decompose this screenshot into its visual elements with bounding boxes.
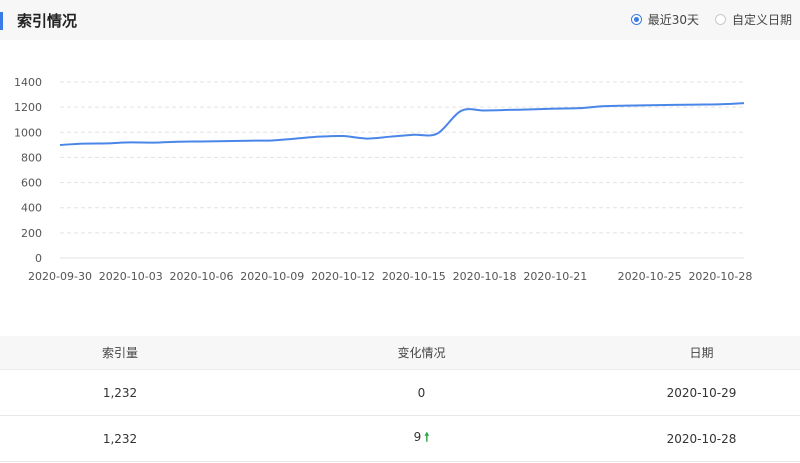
column-header-change: 变化情况 (397, 346, 446, 360)
x-tick-label: 2020-10-15 (382, 270, 446, 283)
y-tick-label: 600 (21, 177, 42, 190)
radio-last-30-days[interactable]: 最近30天 (630, 11, 699, 28)
x-tick-label: 2020-10-25 (618, 270, 682, 283)
y-tick-label: 200 (21, 227, 42, 240)
change-value: 9 (413, 430, 422, 444)
arrow-up-icon: 🠕 (424, 430, 430, 444)
cell-change: 0 (240, 386, 603, 400)
x-tick-label: 2020-09-30 (28, 270, 92, 283)
cell-count: 1,232 (102, 431, 138, 446)
x-tick-label: 2020-10-18 (453, 270, 517, 283)
y-tick-label: 1000 (14, 126, 42, 139)
index-table: 索引量 变化情况 日期 1,232 0 2020-10-29 1,232 9 🠕 … (0, 336, 800, 462)
series-line (59, 102, 745, 146)
x-tick-label: 2020-10-03 (99, 270, 163, 283)
column-header-count: 索引量 (101, 346, 138, 360)
radio-label-last-30-days: 最近30天 (647, 13, 699, 27)
table-row: 1,232 9 🠕 2020-10-28 (0, 416, 800, 462)
cell-date: 2020-10-29 (666, 385, 737, 400)
y-tick-label: 1400 (14, 76, 42, 89)
x-tick-label: 2020-10-28 (688, 270, 752, 283)
x-tick-label: 2020-10-21 (523, 270, 587, 283)
radio-custom-date[interactable]: 自定义日期 (714, 11, 792, 28)
cell-count: 1,232 (102, 385, 138, 400)
y-tick-label: 400 (21, 202, 42, 215)
x-tick-label: 2020-10-09 (240, 270, 304, 283)
index-line-chart: 0 200 400 600 800 1000 1200 1400 2020-09-30 2020-… (14, 76, 752, 283)
section-header: 索引情况 最近30天 自定义日期 (0, 0, 800, 40)
y-tick-label: 1200 (14, 101, 42, 114)
radio-label-custom-date: 自定义日期 (731, 13, 792, 27)
y-tick-label: 800 (21, 151, 42, 164)
table-row: 1,232 0 2020-10-29 (0, 370, 800, 416)
date-range-selector: 最近30天 自定义日期 (615, 11, 792, 28)
y-tick-label: 0 (35, 252, 42, 265)
change-value: 0 (417, 385, 426, 400)
table-header-row: 索引量 变化情况 日期 (0, 336, 800, 370)
cell-change: 9 🠕 (240, 428, 603, 449)
column-header-date: 日期 (689, 346, 714, 360)
x-tick-label: 2020-10-12 (311, 270, 375, 283)
radio-checked-icon (630, 14, 642, 25)
cell-date: 2020-10-28 (666, 431, 737, 446)
title-accent-bar (0, 12, 3, 30)
x-tick-label: 2020-10-06 (170, 270, 234, 283)
section-title: 索引情况 (17, 12, 78, 30)
radio-unchecked-icon (714, 14, 726, 25)
